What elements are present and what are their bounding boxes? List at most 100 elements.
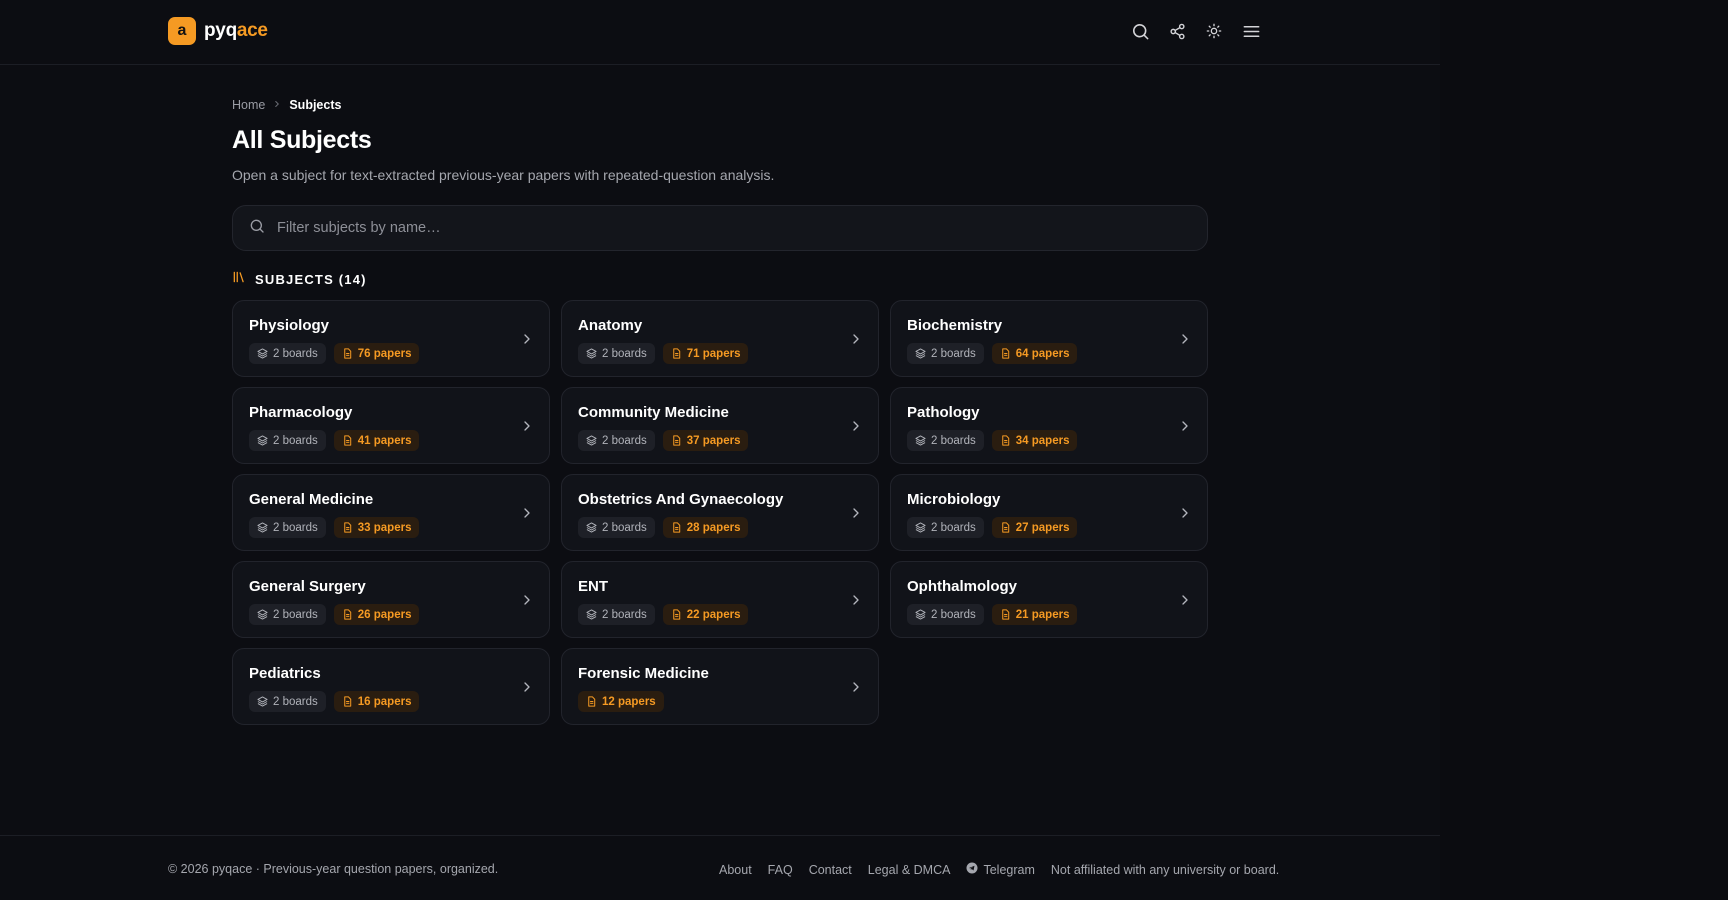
menu-icon[interactable] [1241,20,1261,42]
subject-card[interactable]: Pediatrics 2 boards 16 papers [232,648,550,725]
subject-card[interactable]: Anatomy 2 boards 71 papers [561,300,879,377]
breadcrumb-current: Subjects [289,98,342,112]
boards-badge: 2 boards [907,343,984,364]
breadcrumb-home[interactable]: Home [232,98,265,112]
logo-text-part2: ace [236,20,268,41]
papers-count: 21 papers [1015,608,1070,621]
file-icon [1000,435,1011,446]
papers-count: 41 papers [357,434,412,447]
boards-count: 2 boards [602,521,647,534]
subject-badges: 2 boards 41 papers [249,430,533,451]
subject-card[interactable]: General Surgery 2 boards 26 papers [232,561,550,638]
subject-card[interactable]: Pathology 2 boards 34 papers [890,387,1208,464]
boards-count: 2 boards [931,347,976,360]
subject-card[interactable]: Pharmacology 2 boards 41 papers [232,387,550,464]
telegram-icon [966,862,978,877]
footer-link-legal[interactable]: Legal & DMCA [868,863,951,877]
footer-link-contact[interactable]: Contact [809,863,852,877]
subject-card[interactable]: Community Medicine 2 boards 37 papers [561,387,879,464]
boards-badge: 2 boards [907,517,984,538]
chevron-right-icon [519,505,535,521]
library-icon [232,270,246,289]
subject-badges: 12 papers [578,691,862,712]
subject-card[interactable]: Ophthalmology 2 boards 21 papers [890,561,1208,638]
chevron-right-icon [519,331,535,347]
layers-icon [257,348,268,359]
layers-icon [915,348,926,359]
footer-link-faq[interactable]: FAQ [768,863,793,877]
papers-badge: 26 papers [333,604,420,625]
chevron-right-icon [848,679,864,695]
subject-filter-input[interactable] [277,220,1177,236]
sun-icon[interactable] [1204,20,1224,42]
boards-badge: 2 boards [907,604,984,625]
papers-count: 22 papers [686,608,741,621]
subject-card[interactable]: ENT 2 boards 22 papers [561,561,879,638]
papers-count: 71 papers [686,347,741,360]
papers-badge: 41 papers [333,430,420,451]
papers-count: 33 papers [357,521,412,534]
footer-disclaimer: Not affiliated with any university or bo… [1050,862,1280,877]
chevron-right-icon [848,418,864,434]
site-header: a pyqace [0,0,1440,65]
footer-link-about[interactable]: About [719,863,752,877]
file-icon [1000,522,1011,533]
papers-count: 16 papers [357,695,412,708]
subject-badges: 2 boards 64 papers [907,343,1191,364]
logo[interactable]: a pyqace [168,17,268,45]
papers-badge: 12 papers [578,691,664,712]
boards-count: 2 boards [273,434,318,447]
chevron-right-icon [519,679,535,695]
subject-name: Pediatrics [249,665,321,682]
chevron-right-icon [1177,592,1193,608]
file-icon [1000,348,1011,359]
papers-badge: 21 papers [991,604,1078,625]
boards-badge: 2 boards [249,343,326,364]
boards-count: 2 boards [273,521,318,534]
file-icon [671,609,682,620]
file-icon [671,348,682,359]
footer-link-telegram[interactable]: Telegram [966,862,1035,877]
search-icon [249,218,265,239]
main-content: Home Subjects All Subjects Open a subjec… [232,96,1208,725]
subject-card[interactable]: Physiology 2 boards 76 papers [232,300,550,377]
file-icon [1000,609,1011,620]
chevron-right-icon [1177,331,1193,347]
papers-badge: 16 papers [333,691,420,712]
boards-badge: 2 boards [249,604,326,625]
boards-count: 2 boards [273,347,318,360]
section-label: SUBJECTS (14) [255,271,367,287]
share-icon[interactable] [1167,20,1187,42]
layers-icon [915,435,926,446]
subject-filter[interactable] [232,205,1208,251]
papers-badge: 37 papers [662,430,749,451]
papers-badge: 33 papers [333,517,420,538]
header-actions [1130,20,1261,42]
layers-icon [257,522,268,533]
boards-badge: 2 boards [578,343,655,364]
boards-badge: 2 boards [249,430,326,451]
chevron-right-icon [1177,418,1193,434]
file-icon [342,609,353,620]
footer-links: About FAQ Contact Legal & DMCA Telegram … [719,862,1279,877]
layers-icon [915,609,926,620]
subject-card[interactable]: Obstetrics And Gynaecology 2 boards 28 pap… [561,474,879,551]
section-header: SUBJECTS (14) [232,271,1208,287]
search-icon[interactable] [1130,20,1150,42]
subject-card[interactable]: Microbiology 2 boards 27 papers [890,474,1208,551]
boards-count: 2 boards [602,608,647,621]
layers-icon [586,348,597,359]
boards-badge: 2 boards [578,430,655,451]
boards-badge: 2 boards [578,517,655,538]
subject-name: Obstetrics And Gynaecology [578,491,784,508]
subject-badges: 2 boards 33 papers [249,517,533,538]
papers-count: 64 papers [1015,347,1070,360]
subject-card[interactable]: General Medicine 2 boards 33 papers [232,474,550,551]
subject-card[interactable]: Biochemistry 2 boards 64 papers [890,300,1208,377]
chevron-right-icon [848,331,864,347]
page: a pyqace Home Subjects All Subjects Open… [0,0,1440,900]
boards-badge: 2 boards [578,604,655,625]
subject-card[interactable]: Forensic Medicine 12 papers [561,648,879,725]
boards-badge: 2 boards [249,517,326,538]
file-icon [342,435,353,446]
